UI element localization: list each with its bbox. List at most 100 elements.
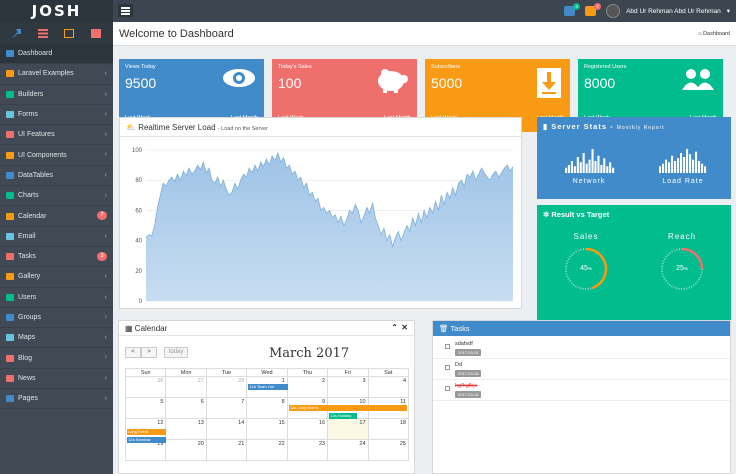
task-text[interactable]: hgfhgfhjv [455, 383, 730, 389]
sidebar-item-builders[interactable]: Builders ‹ [0, 85, 113, 105]
calendar-day-cell[interactable]: 1 12a Team Out [246, 376, 288, 398]
prev-month-button[interactable]: < [125, 347, 141, 358]
sidebar-item-news[interactable]: News ‹ [0, 369, 113, 390]
calendar-day-cell[interactable]: 13 [165, 418, 207, 440]
sidebar-item-label: Email [18, 232, 36, 240]
chevron-left-icon: ‹ [104, 131, 107, 139]
y-tick-label: 0 [139, 299, 143, 305]
bar-chart-icon: ▮ [543, 122, 549, 131]
calendar-day-cell[interactable]: 17 [327, 418, 369, 440]
wrench-icon[interactable] [12, 28, 22, 38]
calendar-day-cell[interactable]: 21 [205, 439, 248, 461]
calendar-day-cell[interactable]: 16 [286, 418, 329, 440]
sparkline-bar [665, 159, 668, 173]
sidebar-item-laravel-examples[interactable]: Laravel Examples ‹ [0, 64, 113, 85]
result-header: ✲ Result vs Target [537, 205, 731, 224]
sidebar-menu: Dashboard Laravel Examples ‹ Builders ‹ Forms… [0, 44, 113, 410]
calendar-day-number: 21 [238, 441, 245, 447]
sidebar-item-charts[interactable]: Charts ‹ [0, 186, 113, 207]
sidebar-item-blog[interactable]: Blog ‹ [0, 348, 113, 369]
calendar-day-cell[interactable]: 18 [367, 418, 410, 440]
menu-toggle-icon[interactable] [118, 4, 133, 17]
sidebar-item-datatables[interactable]: DataTables ‹ [0, 166, 113, 187]
sidebar-item-ui-components[interactable]: UI Components ‹ [0, 145, 113, 166]
calendar-day-cell[interactable]: 15 [246, 418, 288, 440]
reach-value: 25% [659, 265, 705, 272]
task-checkbox[interactable] [445, 344, 450, 349]
sidebar-item-maps[interactable]: Maps ‹ [0, 328, 113, 349]
calendar-icon: ▦ [125, 324, 133, 333]
sidebar-item-email[interactable]: Email ‹ [0, 227, 113, 247]
piggy-bank-icon [375, 67, 409, 95]
calendar-day-cell[interactable]: 5 [124, 397, 167, 419]
calendar-day-cell[interactable]: 20 [165, 439, 207, 461]
sparkline-bar [677, 158, 680, 173]
today-button[interactable]: today [164, 347, 188, 358]
mail-icon[interactable]: 4 [564, 3, 581, 16]
calendar-event[interactable]: 12a Seminar [127, 437, 167, 443]
calendar-day-cell[interactable]: 27 [165, 376, 207, 398]
server-load-title: Realtime Server Load [138, 123, 216, 132]
calendar-event[interactable]: 12a Holiday [329, 413, 357, 419]
caret-down-icon[interactable]: ▾ [727, 7, 730, 15]
calendar-day-cell[interactable]: 4 [367, 376, 410, 398]
calendar-event[interactable]: 12a Long Event [288, 405, 407, 411]
task-text[interactable]: sdafsdf [455, 341, 730, 347]
sidebar-item-icon [6, 151, 14, 159]
calendar-day-cell[interactable]: 24 [327, 439, 369, 461]
list-icon[interactable] [37, 28, 48, 38]
sidebar-item-groups[interactable]: Groups ‹ [0, 308, 113, 329]
logo[interactable]: JOSH [0, 0, 113, 22]
sidebar-item-label: DataTables [18, 171, 54, 179]
calendar-day-header: Mon [165, 368, 207, 377]
sidebar-item-calendar[interactable]: Calendar 7 [0, 206, 113, 227]
calendar-icon[interactable] [90, 28, 101, 38]
task-checkbox[interactable] [445, 386, 450, 391]
calendar-day-cell[interactable]: 9 12a Long Event [286, 397, 407, 419]
file-icon[interactable] [64, 28, 75, 38]
calendar-day-cell[interactable]: 12 Long Event 12a Seminar [124, 418, 167, 443]
calendar-day-cell[interactable]: 2 [286, 376, 329, 398]
sidebar-item-users[interactable]: Users ‹ [0, 288, 113, 308]
calendar-day-cell[interactable]: 26 [124, 376, 167, 398]
calendar-event[interactable]: 12a Team Out [248, 384, 288, 390]
next-month-button[interactable]: > [141, 347, 157, 358]
users-icon [681, 67, 715, 93]
sidebar-item-forms[interactable]: Forms ‹ [0, 105, 113, 126]
calendar-day-cell[interactable]: 28 [205, 376, 248, 398]
sparkline-bar [570, 161, 573, 173]
server-stats-title: Server Stats [551, 122, 608, 131]
sidebar-item-gallery[interactable]: Gallery ‹ [0, 267, 113, 288]
user-name[interactable]: Abd Ur Rehman Abd Ur Rehman [626, 8, 721, 15]
calendar-day-cell[interactable]: 22 [246, 439, 288, 461]
sparkline-bar [680, 153, 683, 173]
calendar-event[interactable]: Long Event [127, 429, 167, 435]
sidebar-item-label: UI Components [18, 151, 67, 159]
main-content: Welcome to Dashboard ⌂ Dashboard Views T… [113, 22, 736, 474]
sidebar-item-label: Users [18, 293, 37, 301]
calendar-day-cell[interactable]: 7 [205, 397, 248, 419]
close-icon[interactable]: ✕ [401, 323, 408, 332]
avatar[interactable] [606, 4, 621, 18]
chevron-left-icon: ‹ [104, 110, 107, 118]
sidebar-item-pages[interactable]: Pages ‹ [0, 389, 113, 410]
calendar-day-cell[interactable]: 3 [327, 376, 369, 398]
sidebar-item-tasks[interactable]: Tasks 3 [0, 247, 113, 268]
calendar-day-cell[interactable]: 25 [367, 439, 410, 461]
task-text[interactable]: Dd [455, 362, 730, 368]
server-load-panel: ⛅ Realtime Server Load - Load on the Ser… [119, 117, 522, 309]
load-rate-sparkline [659, 149, 707, 173]
task-checkbox[interactable] [445, 365, 450, 370]
sales-percent: % [587, 266, 592, 271]
calendar-day-cell[interactable]: 14 [205, 418, 248, 440]
sidebar-item-dashboard[interactable]: Dashboard [0, 44, 113, 65]
sidebar-item-ui-features[interactable]: UI Features ‹ [0, 125, 113, 146]
calendar-day-number: 27 [197, 378, 204, 384]
calendar-day-cell[interactable]: 23 [286, 439, 329, 461]
breadcrumb[interactable]: ⌂ Dashboard [698, 31, 730, 37]
collapse-icon[interactable]: ⌃ [391, 323, 398, 332]
calendar-day-cell[interactable]: 8 [246, 397, 288, 419]
bell-icon[interactable]: 7 [585, 3, 602, 16]
chevron-left-icon: ‹ [104, 273, 107, 281]
calendar-day-cell[interactable]: 6 [165, 397, 207, 419]
